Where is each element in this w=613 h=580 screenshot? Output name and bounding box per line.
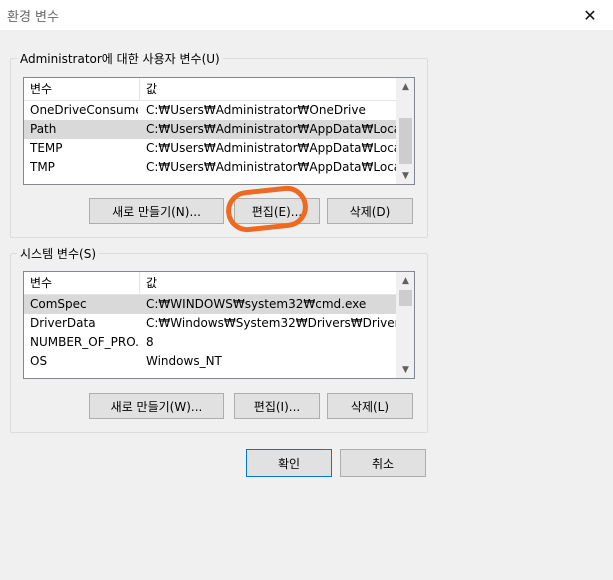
list-item[interactable]: OneDriveConsumer C:₩Users₩Administrator₩… [24,101,397,120]
title-bar: 환경 변수 ✕ [0,0,613,30]
system-new-button[interactable]: 새로 만들기(W)... [89,393,224,419]
user-variables-legend: Administrator에 대한 사용자 변수(U) [20,52,220,66]
scroll-up-icon[interactable]: ▲ [397,272,414,289]
variable-name: DriverData [30,316,96,330]
variable-name: TMP [30,160,55,174]
vertical-scrollbar[interactable]: ▲ ▼ [396,272,414,378]
scroll-up-icon[interactable]: ▲ [397,78,414,95]
variable-value: Windows_NT [146,354,222,368]
variable-name: OneDriveConsumer [30,103,138,117]
system-variables-legend: 시스템 변수(S) [20,247,96,261]
list-item[interactable]: TEMP C:₩Users₩Administrator₩AppData₩Loca… [24,139,397,158]
list-item[interactable]: TMP C:₩Users₩Administrator₩AppData₩Local… [24,158,397,177]
close-button[interactable]: ✕ [567,0,613,30]
variable-name: Path [30,122,57,136]
list-item-selected[interactable]: Path C:₩Users₩Administrator₩AppData₩Loca… [24,120,397,139]
cancel-button[interactable]: 취소 [340,449,426,477]
window-title: 환경 변수 [7,10,59,25]
column-header-value[interactable]: 값 [140,78,397,100]
column-header-variable[interactable]: 변수 [24,272,140,294]
variable-name: OS [30,354,48,368]
close-icon: ✕ [583,5,597,25]
list-item[interactable]: OS Windows_NT [24,352,397,371]
variable-value: C:₩Windows₩System32₩Drivers₩DriverData [146,316,397,330]
variable-value: 8 [146,335,154,349]
list-header: 변수 값 [24,272,397,295]
list-item[interactable]: DriverData C:₩Windows₩System32₩Drivers₩D… [24,314,397,333]
variable-value: C:₩Users₩Administrator₩AppData₩Local₩... [146,141,397,155]
column-header-variable[interactable]: 변수 [24,78,140,100]
scroll-down-icon[interactable]: ▼ [397,167,414,184]
variable-value: C:₩Users₩Administrator₩AppData₩Local₩... [146,160,397,174]
scroll-thumb[interactable] [399,290,412,306]
scroll-down-icon[interactable]: ▼ [397,361,414,378]
scroll-thumb[interactable] [399,118,412,164]
ok-button[interactable]: 확인 [246,449,332,477]
column-header-value[interactable]: 값 [140,272,397,294]
user-delete-button[interactable]: 삭제(D) [327,198,413,224]
user-variables-list[interactable]: 변수 값 OneDriveConsumer C:₩Users₩Administr… [23,77,415,185]
user-edit-button[interactable]: 편집(E)... [234,198,320,224]
vertical-scrollbar[interactable]: ▲ ▼ [396,78,414,184]
list-item-selected[interactable]: ComSpec C:₩WINDOWS₩system32₩cmd.exe [24,295,397,314]
variable-name: TEMP [30,141,63,155]
variable-name: NUMBER_OF_PRO... [30,335,138,349]
list-item[interactable]: NUMBER_OF_PRO... 8 [24,333,397,352]
system-edit-button[interactable]: 편집(I)... [234,393,320,419]
variable-value: C:₩WINDOWS₩system32₩cmd.exe [146,297,367,311]
variable-name: ComSpec [30,297,87,311]
system-delete-button[interactable]: 삭제(L) [327,393,413,419]
user-new-button[interactable]: 새로 만들기(N)... [89,198,224,224]
system-variables-list[interactable]: 변수 값 ComSpec C:₩WINDOWS₩system32₩cmd.exe… [23,271,415,379]
variable-value: C:₩Users₩Administrator₩OneDrive [146,103,366,117]
variable-value: C:₩Users₩Administrator₩AppData₩Local₩... [146,122,397,136]
list-header: 변수 값 [24,78,397,101]
